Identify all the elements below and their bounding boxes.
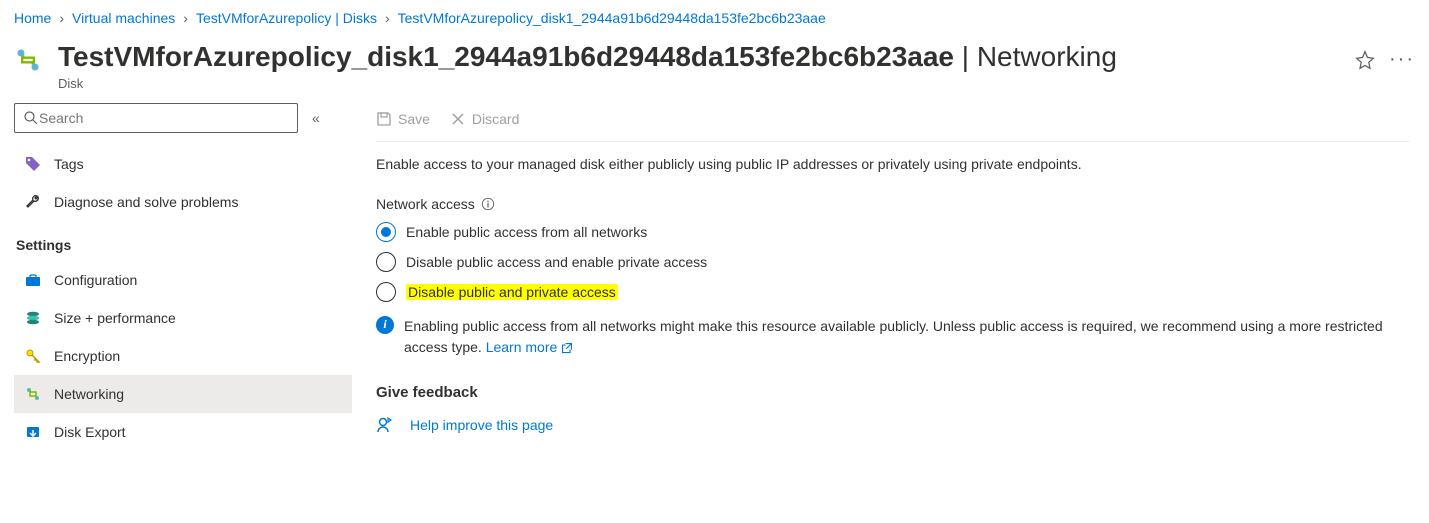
search-icon <box>23 110 39 126</box>
sidebar-item-label: Tags <box>54 156 84 172</box>
tag-icon <box>24 155 42 173</box>
page-title: TestVMforAzurepolicy_disk1_2944a91b6d294… <box>58 40 1339 74</box>
favorite-star-icon[interactable] <box>1355 50 1375 70</box>
export-icon <box>24 423 42 441</box>
radio-label: Enable public access from all networks <box>406 224 647 240</box>
sidebar-item-configuration[interactable]: Configuration <box>14 261 352 299</box>
radio-button[interactable] <box>376 252 396 272</box>
info-icon[interactable] <box>481 197 495 211</box>
info-icon: i <box>376 316 394 334</box>
chevron-right-icon: › <box>183 10 188 26</box>
feedback-link[interactable]: Help improve this page <box>376 415 1409 435</box>
network-access-options: Enable public access from all networks D… <box>376 222 1409 302</box>
breadcrumb-home[interactable]: Home <box>14 10 51 26</box>
key-icon <box>24 347 42 365</box>
radio-button[interactable] <box>376 282 396 302</box>
sidebar-item-diagnose[interactable]: Diagnose and solve problems <box>14 183 352 221</box>
main-content: Save Discard Enable access to your manag… <box>352 103 1429 451</box>
sidebar-item-label: Encryption <box>54 348 120 364</box>
learn-more-link[interactable]: Learn more <box>486 339 573 355</box>
sidebar-item-label: Configuration <box>54 272 137 288</box>
resource-type-label: Disk <box>58 76 1339 91</box>
description-text: Enable access to your managed disk eithe… <box>376 156 1409 172</box>
sidebar-search[interactable] <box>14 103 298 133</box>
sidebar-item-encryption[interactable]: Encryption <box>14 337 352 375</box>
radio-label: Disable public access and enable private… <box>406 254 707 270</box>
disks-icon <box>24 309 42 327</box>
info-message: i Enabling public access from all networ… <box>376 316 1409 358</box>
sidebar-item-label: Diagnose and solve problems <box>54 194 238 210</box>
breadcrumb: Home › Virtual machines › TestVMforAzure… <box>0 0 1429 36</box>
discard-button[interactable]: Discard <box>450 111 519 127</box>
radio-option-disable-all[interactable]: Disable public and private access <box>376 282 1409 302</box>
network-icon <box>24 385 42 403</box>
radio-button[interactable] <box>376 222 396 242</box>
sidebar-item-disk-export[interactable]: Disk Export <box>14 413 352 451</box>
sidebar-item-label: Disk Export <box>54 424 126 440</box>
sidebar-item-size-performance[interactable]: Size + performance <box>14 299 352 337</box>
page-header: TestVMforAzurepolicy_disk1_2944a91b6d294… <box>0 36 1429 103</box>
more-actions-button[interactable]: ··· <box>1389 48 1415 71</box>
feedback-icon <box>376 415 396 435</box>
radio-label-highlighted: Disable public and private access <box>406 284 618 300</box>
breadcrumb-vms[interactable]: Virtual machines <box>72 10 175 26</box>
sidebar-item-label: Size + performance <box>54 310 176 326</box>
discard-icon <box>450 111 466 127</box>
feedback-heading: Give feedback <box>376 384 1409 401</box>
sidebar-item-label: Networking <box>54 386 124 402</box>
chevron-right-icon: › <box>385 10 390 26</box>
external-link-icon <box>561 342 573 354</box>
sidebar: « Tags Diagnose and solve problems Setti… <box>0 103 352 451</box>
sidebar-item-networking[interactable]: Networking <box>14 375 352 413</box>
breadcrumb-current[interactable]: TestVMforAzurepolicy_disk1_2944a91b6d294… <box>398 10 826 26</box>
search-input[interactable] <box>39 110 289 126</box>
sidebar-group-settings: Settings <box>14 221 352 261</box>
disk-network-icon <box>14 46 42 74</box>
save-icon <box>376 111 392 127</box>
radio-option-public-all[interactable]: Enable public access from all networks <box>376 222 1409 242</box>
save-button[interactable]: Save <box>376 111 430 127</box>
sidebar-item-tags[interactable]: Tags <box>14 145 352 183</box>
radio-option-private[interactable]: Disable public access and enable private… <box>376 252 1409 272</box>
toolbar: Save Discard <box>376 103 1409 141</box>
chevron-right-icon: › <box>59 10 64 26</box>
briefcase-icon <box>24 271 42 289</box>
wrench-icon <box>24 193 42 211</box>
breadcrumb-disks[interactable]: TestVMforAzurepolicy | Disks <box>196 10 377 26</box>
collapse-sidebar-button[interactable]: « <box>312 110 320 126</box>
network-access-label: Network access <box>376 196 1409 212</box>
